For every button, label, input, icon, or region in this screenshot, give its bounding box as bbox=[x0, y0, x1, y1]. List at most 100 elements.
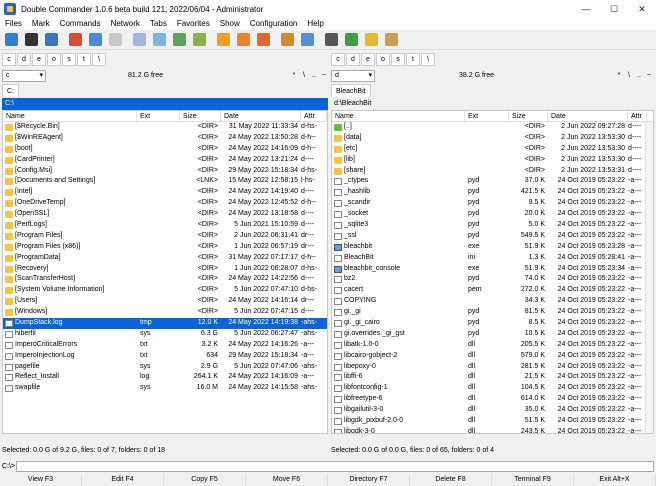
file-row[interactable]: [Program Files (x86)] <DIR> 1 Jun 2022 06:… bbox=[3, 242, 327, 253]
left-drive-button[interactable]: d bbox=[17, 52, 31, 66]
right-nav-root[interactable]: * bbox=[615, 72, 623, 79]
file-row[interactable]: swapfile sys 16.0 M 24 May 2022 14:15:58 -ah… bbox=[3, 383, 327, 394]
right-drive-button[interactable]: e bbox=[361, 52, 375, 66]
invert-selection-button[interactable] bbox=[254, 31, 273, 49]
fkey-copy-button[interactable]: Copy F5 bbox=[164, 474, 246, 486]
file-row[interactable]: _sqlite3 pyd 5.0 K 24 Oct 2019 05:23:22 -a--… bbox=[332, 220, 653, 231]
file-row[interactable]: [OpenSSL] <DIR> 24 May 2022 13:18:58 d---- bbox=[3, 209, 327, 220]
pack-button[interactable] bbox=[278, 31, 297, 49]
file-row[interactable]: Reflect_Install log 264.1 K 24 May 2022 14:… bbox=[3, 372, 327, 383]
find-button[interactable] bbox=[322, 31, 341, 49]
file-row[interactable]: [Program Files] <DIR> 2 Jun 2022 06:31:41 d… bbox=[3, 231, 327, 242]
right-nav-home[interactable]: ~ bbox=[645, 72, 653, 79]
thumbnail-view-button[interactable] bbox=[106, 31, 125, 49]
right-drive-select[interactable]: d bbox=[331, 69, 375, 82]
menu-tabs[interactable]: Tabs bbox=[145, 18, 172, 30]
file-row[interactable]: cacert pem 272.0 K 24 Oct 2019 05:23:22 -a--… bbox=[332, 285, 653, 296]
full-view-button[interactable] bbox=[86, 31, 105, 49]
file-row[interactable]: libffi-6 dll 21.5 K 24 Oct 2019 05:23:22 -a-… bbox=[332, 372, 653, 383]
command-line-input[interactable] bbox=[16, 461, 654, 472]
left-drive-button[interactable]: t bbox=[77, 52, 91, 66]
file-row[interactable]: libgailutil-3-0 dll 35.0 K 24 Oct 2019 05:2… bbox=[332, 405, 653, 416]
left-col-attr[interactable]: Attr bbox=[301, 111, 327, 121]
unpack-button[interactable] bbox=[298, 31, 317, 49]
file-row[interactable]: _socket pyd 20.0 K 24 Oct 2019 05:23:22 -a--… bbox=[332, 209, 653, 220]
file-row[interactable]: [boot] <DIR> 24 May 2022 14:16:09 d-h-- bbox=[3, 144, 327, 155]
mark-plus-button[interactable] bbox=[214, 31, 233, 49]
menu-help[interactable]: Help bbox=[302, 18, 328, 30]
right-drive-button[interactable]: t bbox=[406, 52, 420, 66]
file-row[interactable]: [ProgramData] <DIR> 31 May 2022 07:17:17 d-… bbox=[3, 253, 327, 264]
file-row[interactable]: gi.overrides._gi_gst pyd 10.5 K 24 Oct 2019… bbox=[332, 329, 653, 340]
terminal-button[interactable] bbox=[22, 31, 41, 49]
right-col-ext[interactable]: Ext bbox=[465, 111, 509, 121]
file-row[interactable]: [$WinREAgent] <DIR> 24 May 2022 13:50:28 d-… bbox=[3, 133, 327, 144]
file-row[interactable]: libcairo-gobject-2 dll 579.0 K 24 Oct 2019 … bbox=[332, 351, 653, 362]
file-row[interactable]: [Intel] <DIR> 24 May 2022 14:19:40 d---- bbox=[3, 187, 327, 198]
panel-splitter[interactable] bbox=[328, 51, 330, 458]
left-drive-button[interactable]: \ bbox=[92, 52, 106, 66]
right-nav-backslash[interactable]: \ bbox=[625, 72, 633, 79]
copy-right-button[interactable] bbox=[170, 31, 189, 49]
right-col-attr[interactable]: Attr bbox=[628, 111, 647, 121]
left-drive-select[interactable]: c bbox=[2, 69, 46, 82]
left-col-ext[interactable]: Ext bbox=[137, 111, 180, 121]
file-row[interactable]: [etc] <DIR> 2 Jun 2022 13:53:30 d---- bbox=[332, 144, 653, 155]
file-row[interactable]: gi._gi pyd 81.5 K 24 Oct 2019 05:23:22 -a--- bbox=[332, 307, 653, 318]
right-drive-button[interactable]: s bbox=[391, 52, 405, 66]
left-col-date[interactable]: Date bbox=[221, 111, 301, 121]
right-scrollbar[interactable] bbox=[645, 122, 653, 433]
menu-network[interactable]: Network bbox=[106, 18, 145, 30]
left-nav-backslash[interactable]: \ bbox=[300, 72, 308, 79]
left-file-list[interactable]: Name Ext Size Date Attr [$Recycle.Bin] <DIR> 31… bbox=[2, 110, 328, 434]
left-nav-root[interactable]: * bbox=[290, 72, 298, 79]
sync-dirs-button[interactable] bbox=[130, 31, 149, 49]
file-row[interactable]: [share] <DIR> 2 Jun 2022 13:53:31 d---- bbox=[332, 166, 653, 177]
file-row[interactable]: pagefile sys 2.9 G 5 Jun 2022 07:47:06 -ahs- bbox=[3, 362, 327, 373]
file-row[interactable]: [Users] <DIR> 24 May 2022 14:16:14 dr--- bbox=[3, 296, 327, 307]
right-drive-button[interactable]: d bbox=[346, 52, 360, 66]
right-nav-up[interactable]: .. bbox=[635, 72, 643, 79]
file-row[interactable]: [..] <DIR> 2 Jun 2022 09:27:28 d---- bbox=[332, 122, 653, 133]
refresh-button[interactable] bbox=[2, 31, 21, 49]
file-row[interactable]: bleachbit exe 51.9 K 24 Oct 2019 05:23:28 -a… bbox=[332, 242, 653, 253]
file-row[interactable]: COPYING 34.3 K 24 Oct 2019 05:23:22 -a--- bbox=[332, 296, 653, 307]
fkey-delete-button[interactable]: Delete F8 bbox=[410, 474, 492, 486]
file-row[interactable]: [PerfLogs] <DIR> 5 Jun 2021 15:10:59 d---- bbox=[3, 220, 327, 231]
multi-rename-button[interactable] bbox=[342, 31, 361, 49]
edit-button[interactable] bbox=[362, 31, 381, 49]
file-row[interactable]: [Config.Msi] <DIR> 29 May 2022 15:18:34 d-h… bbox=[3, 166, 327, 177]
file-row[interactable]: libepoxy-0 dll 281.5 K 24 Oct 2019 05:23:22… bbox=[332, 362, 653, 373]
file-row[interactable]: [CardPrinter] <DIR> 24 May 2022 13:21:24 d-… bbox=[3, 155, 327, 166]
right-file-list[interactable]: Name Ext Size Date Attr [..] <DIR> 2 Jun 2022 0… bbox=[331, 110, 654, 434]
left-drive-button[interactable]: e bbox=[32, 52, 46, 66]
fkey-edit-button[interactable]: Edit F4 bbox=[82, 474, 164, 486]
file-row[interactable]: [Documents and Settings] <LNK> 15 May 2022… bbox=[3, 176, 327, 187]
left-nav-home[interactable]: ~ bbox=[320, 72, 328, 79]
fkey-exit-button[interactable]: Exit Alt+X bbox=[574, 474, 656, 486]
fkey-view-button[interactable]: View F3 bbox=[0, 474, 82, 486]
file-row[interactable]: [data] <DIR> 2 Jun 2022 13:53:30 d---- bbox=[332, 133, 653, 144]
file-row[interactable]: libgdk-3-0 dll 243.5 K 24 Oct 2019 05:23:22… bbox=[332, 427, 653, 433]
right-drive-button[interactable]: o bbox=[376, 52, 390, 66]
file-row[interactable]: hiberfil sys 6.3 G 5 Jun 2022 06:27:47 -ahs- bbox=[3, 329, 327, 340]
fkey-move-button[interactable]: Move F6 bbox=[246, 474, 328, 486]
file-row[interactable]: [Windows] <DIR> 5 Jun 2022 07:47:15 d---- bbox=[3, 307, 327, 318]
file-row[interactable]: [OneDriveTemp] <DIR> 24 May 2022 12:45:52 d… bbox=[3, 198, 327, 209]
mark-minus-button[interactable] bbox=[234, 31, 253, 49]
file-row[interactable]: gi._gi_cairo pyd 8.5 K 24 Oct 2019 05:23:22… bbox=[332, 318, 653, 329]
file-row[interactable]: DumpStack.log tmp 12.0 K 24 May 2022 14:19:… bbox=[3, 318, 327, 329]
menu-configuration[interactable]: Configuration bbox=[245, 18, 303, 30]
close-button[interactable]: ✕ bbox=[628, 0, 656, 18]
left-drive-button[interactable]: o bbox=[47, 52, 61, 66]
fkey-terminal-button[interactable]: Terminal F9 bbox=[492, 474, 574, 486]
copy-left-button[interactable] bbox=[150, 31, 169, 49]
file-row[interactable]: [Recovery] <DIR> 1 Jun 2022 06:28:07 d-hs- bbox=[3, 264, 327, 275]
fkey-directory-button[interactable]: Directory F7 bbox=[328, 474, 410, 486]
left-col-size[interactable]: Size bbox=[180, 111, 221, 121]
left-path-bar[interactable]: C:\ bbox=[2, 98, 328, 110]
maximize-button[interactable]: ☐ bbox=[600, 0, 628, 18]
right-col-size[interactable]: Size bbox=[509, 111, 548, 121]
file-row[interactable]: bleachbit_console exe 51.9 K 24 Oct 2019 05… bbox=[332, 264, 653, 275]
brief-view-button[interactable] bbox=[66, 31, 85, 49]
